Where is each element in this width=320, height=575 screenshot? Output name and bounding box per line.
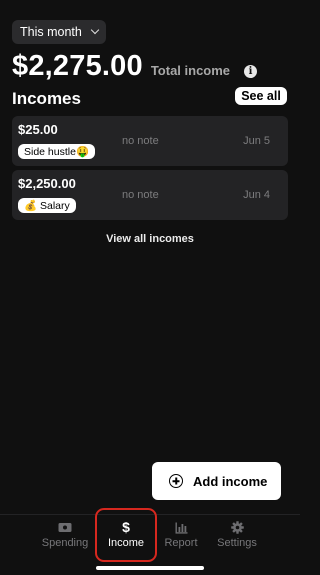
tab-label: Report bbox=[164, 537, 198, 549]
period-dropdown[interactable]: This month bbox=[12, 20, 106, 44]
tab-label: Settings bbox=[217, 537, 257, 549]
income-date: Jun 5 bbox=[243, 135, 270, 147]
total-amount: $2,275.00 bbox=[12, 50, 143, 82]
banknote-icon bbox=[58, 520, 72, 535]
period-label: This month bbox=[20, 25, 82, 39]
add-income-button[interactable]: Add income bbox=[152, 462, 281, 500]
add-income-label: Add income bbox=[193, 473, 268, 489]
plus-circle-icon bbox=[169, 474, 183, 488]
category-tag: Side hustle🤑 bbox=[18, 144, 96, 159]
income-note: no note bbox=[122, 189, 159, 201]
income-item[interactable]: $25.00 Side hustle🤑 no note Jun 5 bbox=[12, 116, 288, 166]
see-all-button[interactable]: See all bbox=[235, 87, 287, 105]
bar-chart-icon bbox=[175, 520, 188, 535]
tab-report[interactable]: Report bbox=[151, 520, 211, 549]
income-note: no note bbox=[122, 135, 159, 147]
tab-spending[interactable]: Spending bbox=[35, 520, 95, 549]
view-all-incomes-link[interactable]: View all incomes bbox=[0, 233, 300, 245]
tab-settings[interactable]: Settings bbox=[207, 520, 267, 549]
total-label: Total income bbox=[150, 63, 231, 78]
category-tag: 💰 Salary bbox=[18, 198, 76, 213]
info-icon[interactable]: i bbox=[244, 65, 257, 78]
gear-icon bbox=[230, 520, 244, 535]
income-date: Jun 4 bbox=[243, 189, 270, 201]
income-item[interactable]: $2,250.00 💰 Salary no note Jun 4 bbox=[12, 170, 288, 220]
chevron-down-icon bbox=[90, 25, 100, 35]
home-indicator bbox=[96, 566, 204, 570]
income-tab-highlight bbox=[95, 508, 157, 562]
section-title: Incomes bbox=[12, 89, 81, 108]
total-income-row: $2,275.00 Total income bbox=[12, 50, 230, 83]
tab-label: Spending bbox=[41, 537, 89, 549]
income-amount: $25.00 bbox=[18, 122, 58, 137]
income-amount: $2,250.00 bbox=[18, 176, 76, 191]
